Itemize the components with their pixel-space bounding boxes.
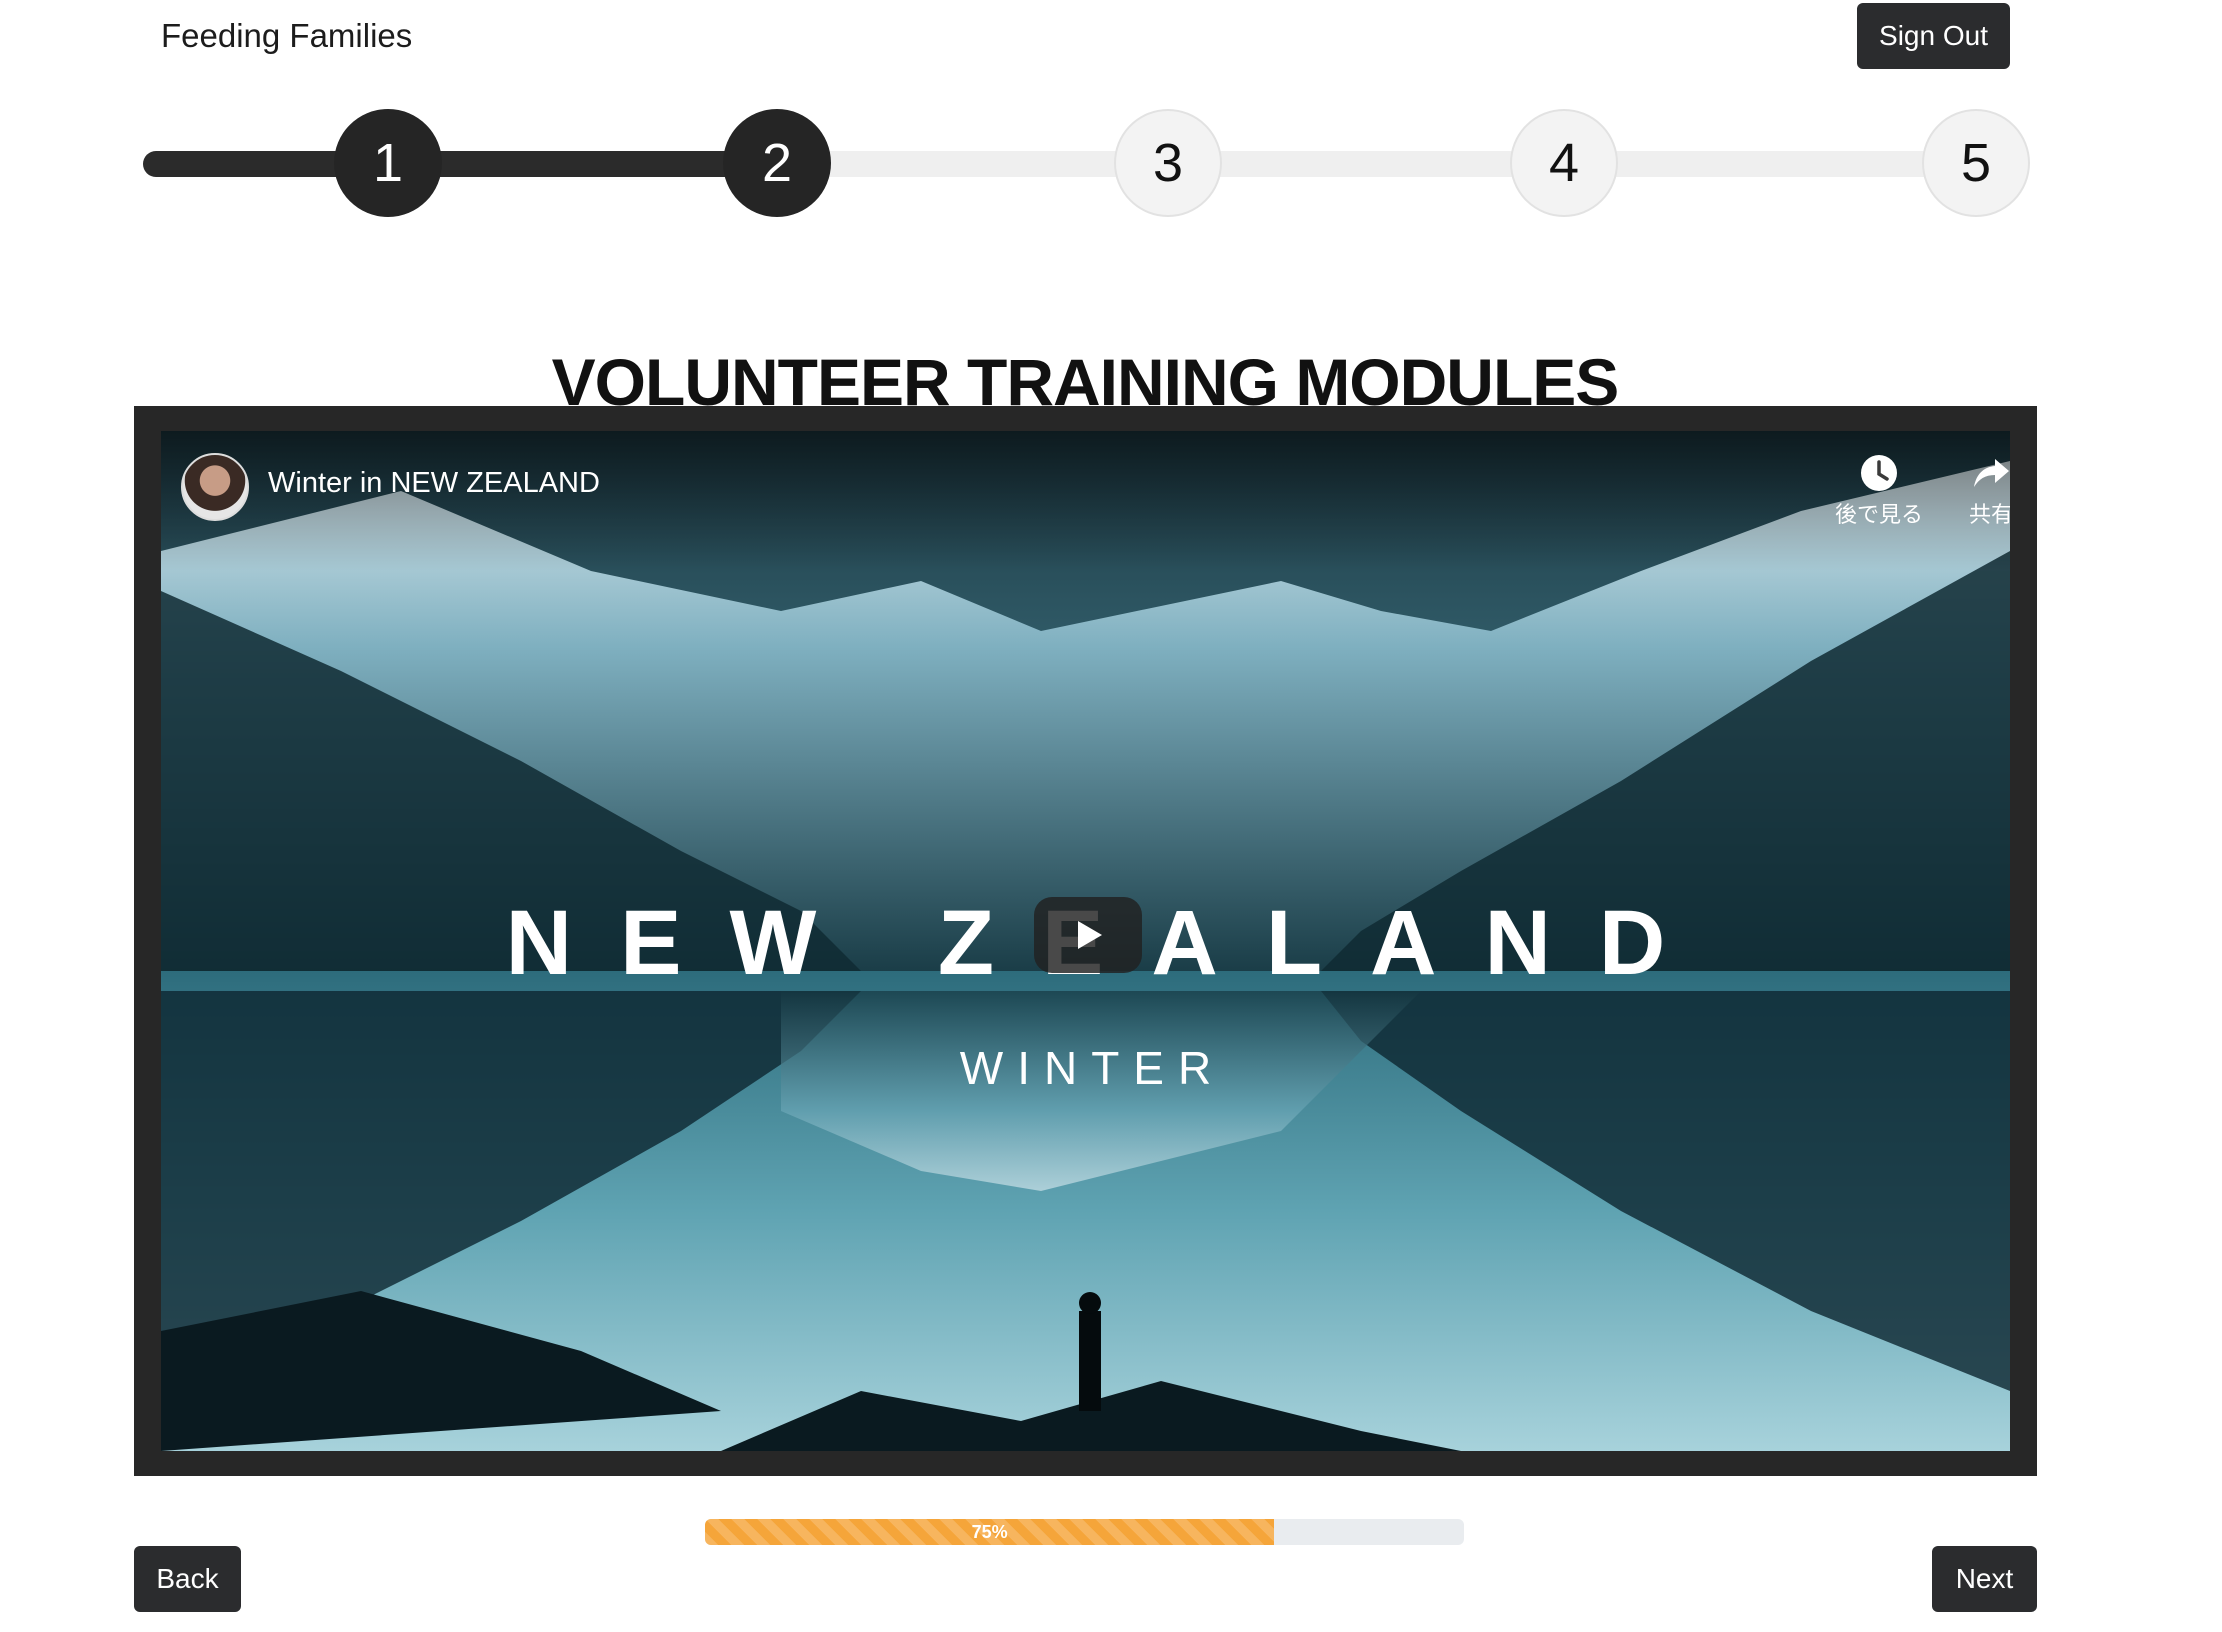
video-frame: Winter in NEW ZEALAND 後で見る 共有 NEW ZEALAN… [134,406,2037,1476]
progress-label: 75% [971,1521,1008,1542]
channel-avatar[interactable] [181,453,249,521]
progress-fill: 75% [705,1519,1275,1545]
video-top-bar [161,431,2010,571]
watch-later-label: 後で見る [1834,502,1923,527]
video-overlay-subtitle: WINTER [959,1042,1226,1094]
stepper-track-completed [143,151,793,177]
next-button[interactable]: Next [1932,1546,2037,1612]
step-3[interactable]: 3 [1114,109,1222,217]
play-icon [1078,921,1102,949]
step-5[interactable]: 5 [1922,109,2030,217]
watch-later-button[interactable]: 後で見る [1824,453,1934,529]
share-icon [1936,453,2010,497]
clock-icon [1824,453,1934,497]
step-1[interactable]: 1 [334,109,442,217]
step-4[interactable]: 4 [1510,109,1618,217]
progress-bar: 75% [705,1519,1464,1545]
share-label: 共有 [1968,502,2010,527]
back-button[interactable]: Back [134,1546,241,1612]
play-button[interactable] [1034,897,1142,973]
step-2[interactable]: 2 [723,109,831,217]
stepper: 1 2 3 4 5 [0,0,2222,260]
share-button[interactable]: 共有 [1936,453,2010,529]
video-player[interactable]: Winter in NEW ZEALAND 後で見る 共有 NEW ZEALAN… [161,431,2010,1451]
video-title[interactable]: Winter in NEW ZEALAND [268,467,600,500]
